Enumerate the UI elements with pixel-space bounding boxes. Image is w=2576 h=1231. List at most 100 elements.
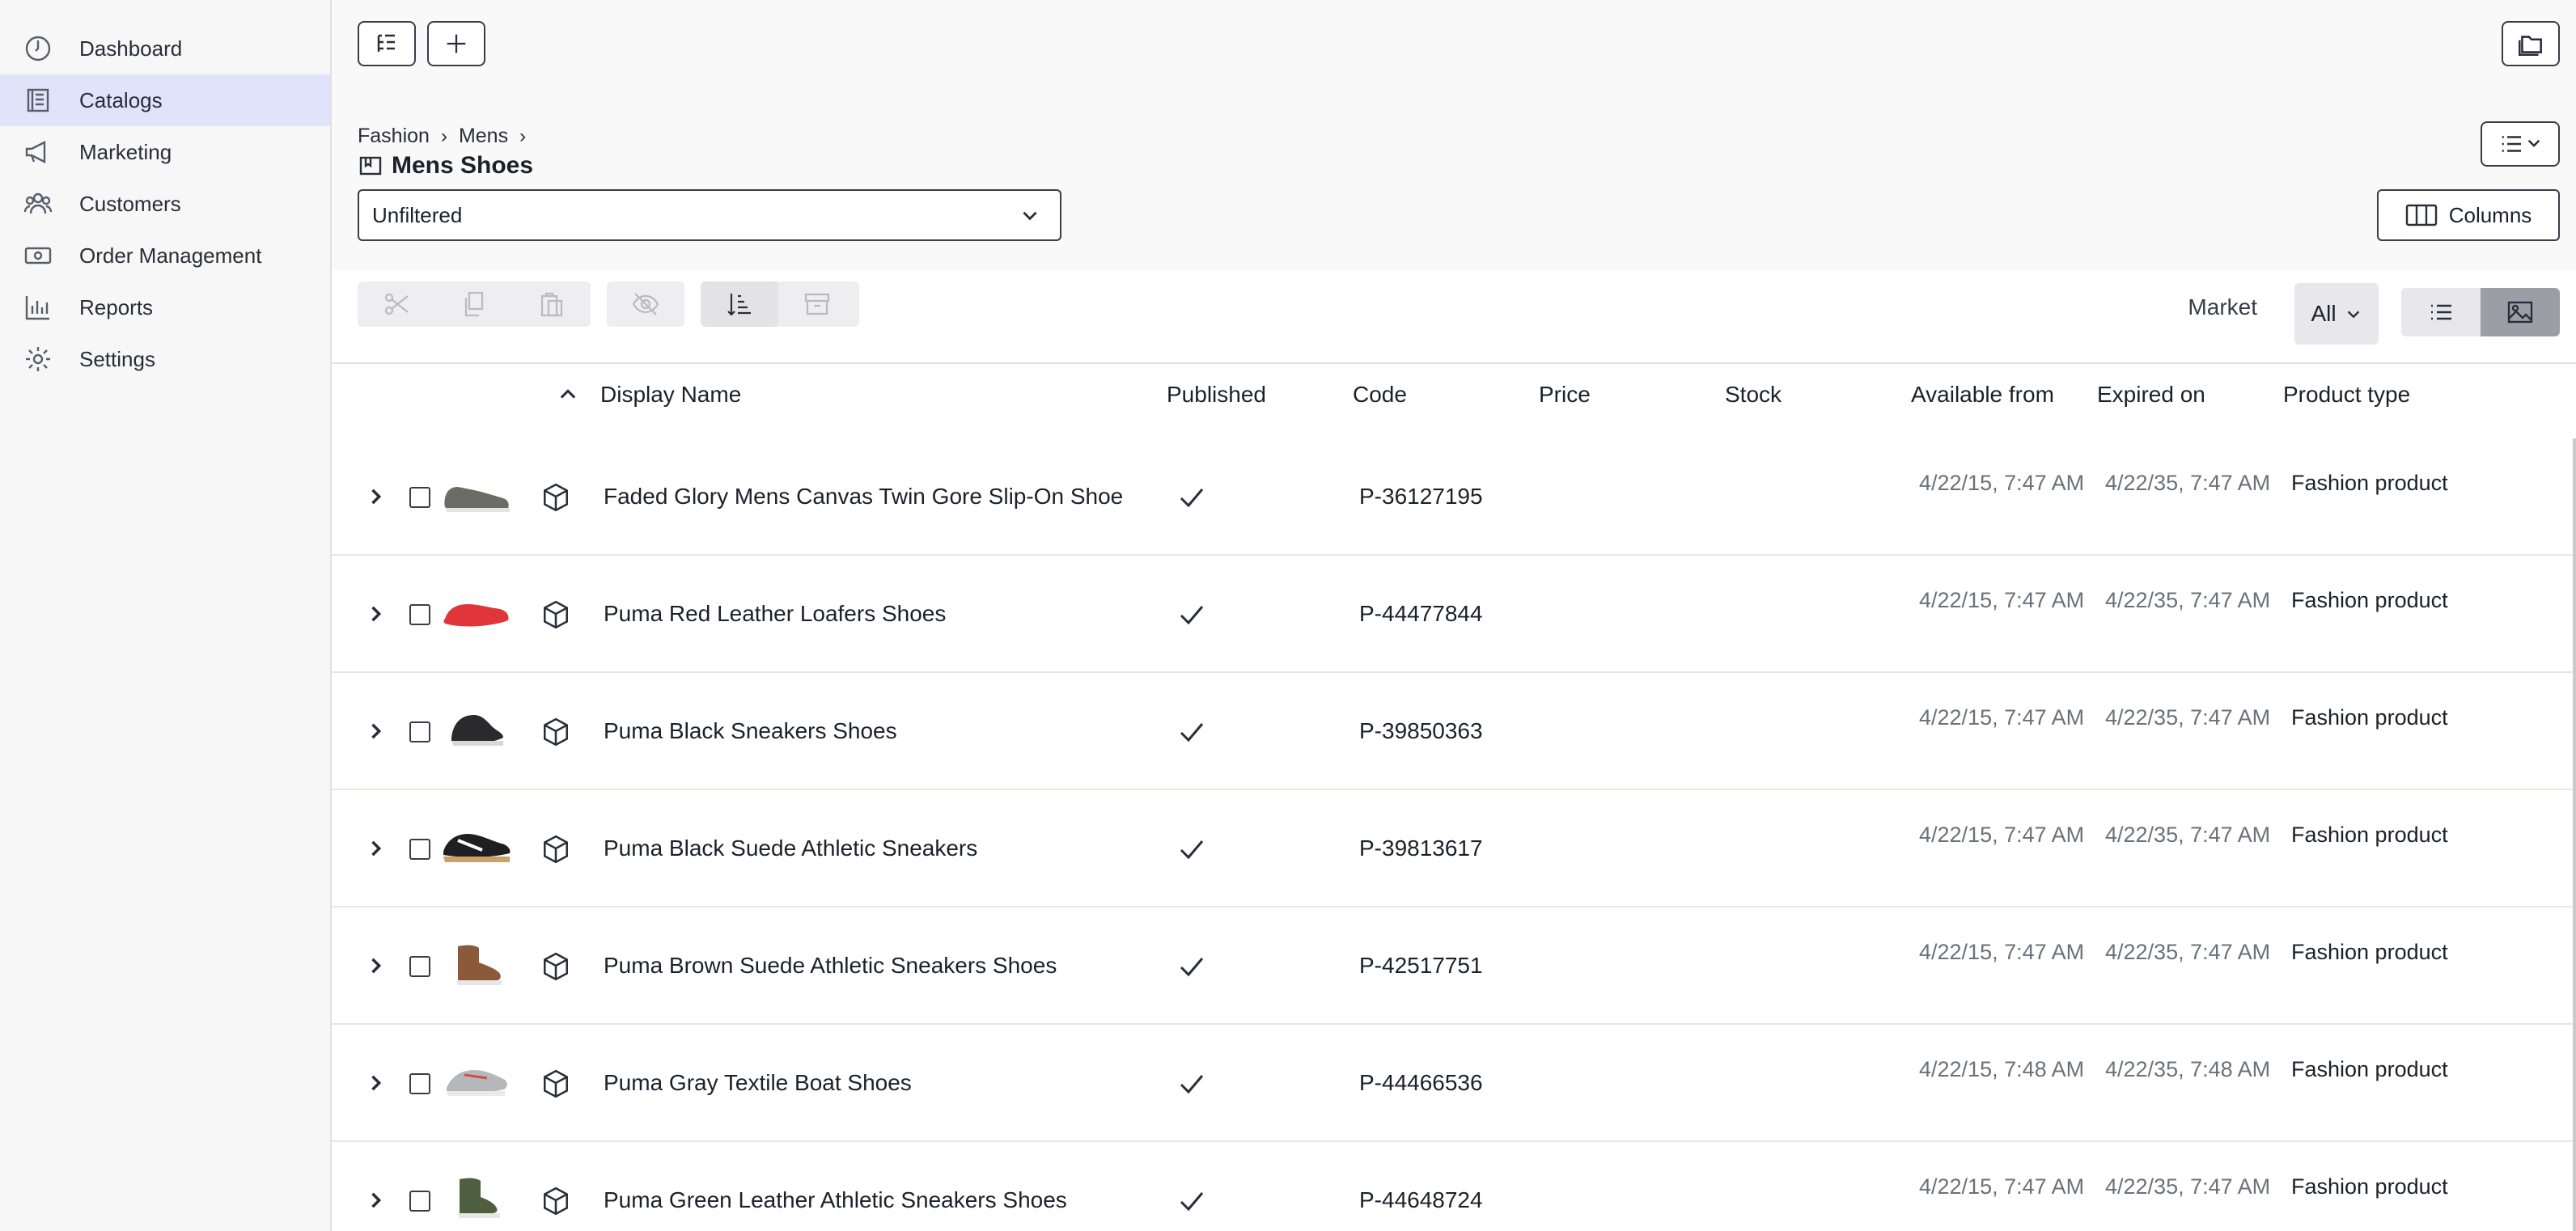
sidebar-item-customers[interactable]: Customers [0,178,330,230]
row-checkbox[interactable] [409,839,430,860]
column-header-code[interactable]: Code [1353,382,1407,408]
add-button[interactable] [427,21,485,66]
filter-select[interactable]: Unfiltered [358,189,1061,241]
available-from: 4/22/15, 7:47 AM [1919,471,2085,495]
product-type: Fashion product [2291,940,2448,964]
product-name[interactable]: Puma Black Suede Athletic Sneakers [604,835,977,861]
plus-icon [447,34,466,53]
copy-button[interactable] [435,281,513,327]
product-name[interactable]: Puma Black Sneakers Shoes [604,718,897,744]
product-cube-icon [540,834,571,870]
columns-button[interactable]: Columns [2377,189,2560,241]
chevron-down-icon [2347,311,2359,319]
product-name[interactable]: Faded Glory Mens Canvas Twin Gore Slip-O… [604,484,1123,510]
catalog-folder-icon [359,156,382,176]
table-row[interactable]: Puma Black Sneakers Shoes P-39850363 4/2… [332,673,2576,790]
table-body: Faded Glory Mens Canvas Twin Gore Slip-O… [332,438,2576,1231]
tree-view-button[interactable] [358,21,416,66]
expand-chevron-icon[interactable] [364,1072,387,1100]
scissors-icon [384,293,409,315]
expand-chevron-icon[interactable] [364,603,387,631]
list-dropdown-icon [2502,136,2540,152]
list-view-button[interactable] [2401,288,2481,336]
sidebar-item-order-management[interactable]: Order Management [0,230,330,281]
expired-on: 4/22/35, 7:47 AM [2105,823,2271,847]
product-cube-icon [540,1186,571,1222]
column-header-stock[interactable]: Stock [1725,382,1782,408]
money-icon [23,240,53,271]
paste-icon [540,292,563,317]
table-row[interactable]: Puma Brown Suede Athletic Sneakers Shoes… [332,907,2576,1025]
published-check-icon [1178,1189,1205,1219]
chevron-right-icon: › [440,125,447,147]
expired-on: 4/22/35, 7:48 AM [2105,1057,2271,1081]
archive-button[interactable] [778,281,856,327]
chevron-down-icon [1023,211,1037,221]
paste-button[interactable] [513,281,591,327]
product-name[interactable]: Puma Red Leather Loafers Shoes [604,601,946,627]
sidebar-item-settings[interactable]: Settings [0,333,330,385]
cut-button[interactable] [358,281,435,327]
view-options-button[interactable] [2481,121,2560,167]
row-checkbox[interactable] [409,1073,430,1094]
column-header-display-name[interactable]: Display Name [600,382,741,408]
column-header-price[interactable]: Price [1539,382,1591,408]
table-row[interactable]: Faded Glory Mens Canvas Twin Gore Slip-O… [332,438,2576,556]
eye-off-icon [632,293,659,315]
expired-on: 4/22/35, 7:47 AM [2105,940,2271,964]
expand-chevron-icon[interactable] [364,485,387,514]
product-thumbnail [440,932,513,996]
breadcrumb-item[interactable]: Fashion [358,125,430,148]
column-header-expired-on[interactable]: Expired on [2097,382,2205,408]
sidebar-item-reports[interactable]: Reports [0,281,330,333]
unpublish-button[interactable] [607,281,684,327]
row-checkbox[interactable] [409,604,430,625]
sort-button[interactable] [701,281,778,327]
product-name[interactable]: Puma Brown Suede Athletic Sneakers Shoes [604,953,1057,979]
expand-chevron-icon[interactable] [364,954,387,983]
image-view-button[interactable] [2481,288,2560,336]
breadcrumb-item[interactable]: Mens [459,125,508,148]
users-icon [23,188,53,219]
product-cube-icon [540,599,571,636]
published-check-icon [1178,1072,1205,1102]
sidebar-item-marketing[interactable]: Marketing [0,126,330,178]
market-select[interactable]: All [2294,283,2379,345]
available-from: 4/22/15, 7:48 AM [1919,1057,2085,1081]
product-name[interactable]: Puma Green Leather Athletic Sneakers Sho… [604,1187,1067,1213]
row-checkbox[interactable] [409,721,430,742]
product-code: P-44648724 [1359,1187,1483,1212]
available-from: 4/22/15, 7:47 AM [1919,823,2085,847]
main-content: Fashion › Mens › Mens Shoes Unfiltered C… [332,0,2576,1231]
megaphone-icon [23,137,53,167]
expand-chevron-icon[interactable] [364,1189,387,1217]
row-checkbox[interactable] [409,1191,430,1212]
sidebar-item-catalogs[interactable]: Catalogs [0,74,330,126]
folder-button[interactable] [2502,21,2560,66]
column-header-product-type[interactable]: Product type [2283,382,2410,408]
table-row[interactable]: Puma Black Suede Athletic Sneakers P-398… [332,790,2576,907]
product-code: P-39813617 [1359,835,1483,861]
table-row[interactable]: Puma Gray Textile Boat Shoes P-44466536 … [332,1025,2576,1142]
vertical-scrollbar[interactable] [2573,438,2576,1231]
row-checkbox[interactable] [409,487,430,508]
available-from: 4/22/15, 7:47 AM [1919,705,2085,730]
sort-icon [727,294,751,316]
column-header-published[interactable]: Published [1167,382,1266,408]
expand-chevron-icon[interactable] [364,837,387,865]
sidebar-item-dashboard[interactable]: Dashboard [0,23,330,74]
product-type: Fashion product [2291,705,2448,730]
product-name[interactable]: Puma Gray Textile Boat Shoes [604,1070,912,1096]
expired-on: 4/22/35, 7:47 AM [2105,471,2271,495]
sort-ascending-icon[interactable] [557,383,579,412]
expand-chevron-icon[interactable] [364,720,387,748]
list-icon [2431,304,2451,320]
table-row[interactable]: Puma Green Leather Athletic Sneakers Sho… [332,1142,2576,1231]
image-icon [2507,301,2533,324]
edit-tool-group [358,281,591,327]
row-checkbox[interactable] [409,956,430,977]
sidebar: Dashboard Catalogs Marketing Customers O… [0,0,332,1231]
bar-chart-icon [23,292,53,323]
column-header-available-from[interactable]: Available from [1911,382,2054,408]
table-row[interactable]: Puma Red Leather Loafers Shoes P-4447784… [332,556,2576,673]
